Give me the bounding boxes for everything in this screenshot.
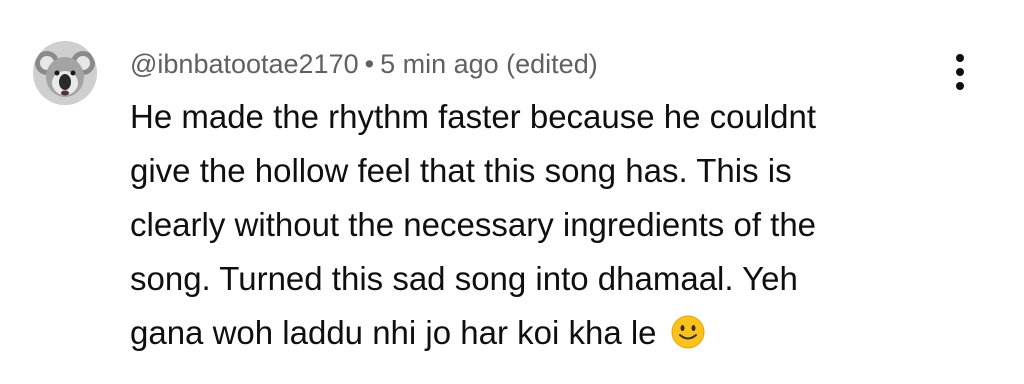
comment-line: song. Turned this sad song into dhamaal.…: [130, 260, 798, 297]
avatar[interactable]: [33, 41, 97, 105]
comment-line: He made the rhythm faster because he cou…: [130, 98, 817, 135]
comment-line: give the hollow feel that this song has.…: [130, 152, 792, 189]
comment: @ibnbatootae2170 • 5 min ago (edited) He m…: [0, 0, 1024, 384]
comment-line: clearly without the necessary ingredient…: [130, 206, 817, 243]
vertical-ellipsis-icon: [956, 54, 964, 62]
comment-line: gana woh laddu nhi jo har koi kha le: [130, 314, 657, 351]
comment-text: He made the rhythm faster because he cou…: [130, 90, 930, 360]
more-options-button[interactable]: [944, 48, 976, 96]
vertical-ellipsis-icon: [956, 68, 964, 76]
timestamp[interactable]: 5 min ago: [380, 49, 499, 79]
meta-separator: •: [364, 49, 375, 79]
vertical-ellipsis-icon: [956, 82, 964, 90]
slightly-smiling-face-icon: [671, 315, 705, 349]
comment-meta: @ibnbatootae2170 • 5 min ago (edited): [130, 44, 598, 84]
edited-label: (edited): [506, 49, 598, 79]
koala-avatar-icon: [33, 41, 97, 105]
author-handle[interactable]: @ibnbatootae2170: [130, 49, 359, 79]
comment-line-last: gana woh laddu nhi jo har koi kha le: [130, 306, 930, 360]
